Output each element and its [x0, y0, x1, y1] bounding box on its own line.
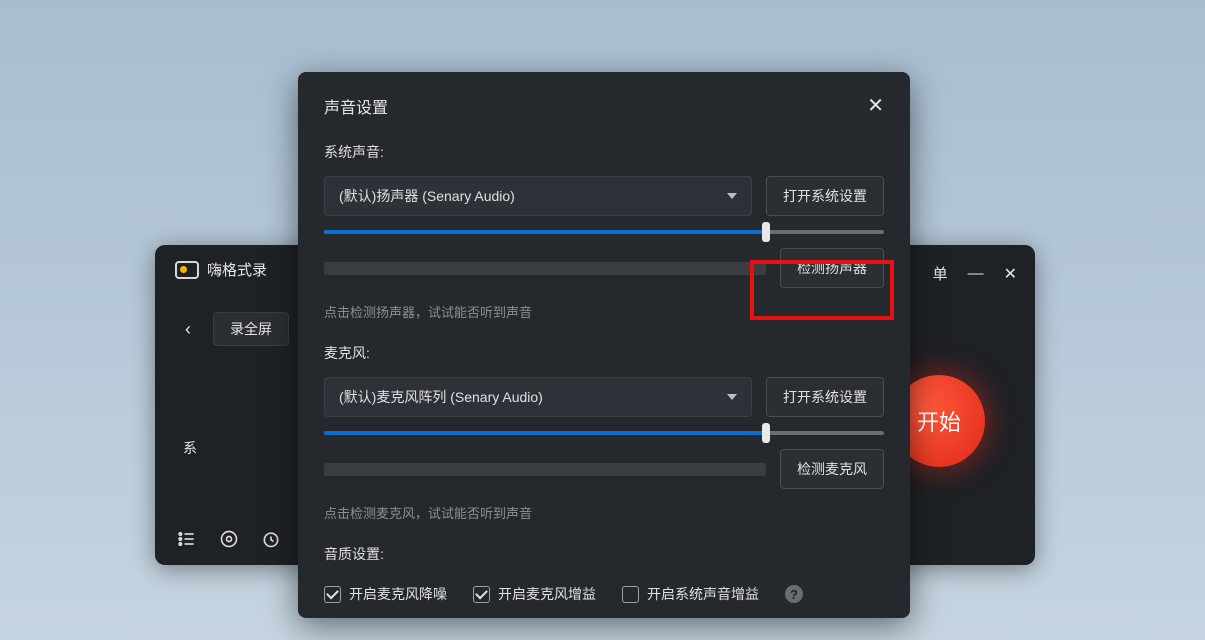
open-system-settings-speaker-button[interactable]: 打开系统设置: [766, 176, 884, 216]
microphone-level-meter: [324, 463, 766, 476]
quality-section: 音质设置: 开启麦克风降噪 开启麦克风增益 开启系统声音增益 ?: [298, 544, 910, 610]
app-title: 嗨格式录: [207, 259, 267, 280]
system-sound-section: 系统声音: (默认)扬声器 (Senary Audio) 打开系统设置 检测扬声…: [298, 142, 910, 321]
microphone-label: 麦克风:: [324, 343, 884, 363]
test-microphone-button[interactable]: 检测麦克风: [780, 449, 884, 489]
microphone-volume-slider[interactable]: [324, 431, 884, 435]
open-system-settings-mic-button[interactable]: 打开系统设置: [766, 377, 884, 417]
slider-thumb[interactable]: [762, 222, 770, 242]
test-speaker-button[interactable]: 检测扬声器: [780, 248, 884, 288]
mic-gain-checkbox[interactable]: 开启麦克风增益: [473, 584, 596, 604]
gear-icon[interactable]: [219, 529, 239, 549]
help-icon[interactable]: ?: [785, 585, 803, 603]
system-sound-device-value: (默认)扬声器 (Senary Audio): [339, 186, 515, 206]
dialog-title: 声音设置: [324, 94, 388, 118]
list-icon[interactable]: [177, 529, 197, 549]
menu-label[interactable]: 单: [933, 263, 948, 284]
quality-label: 音质设置:: [324, 544, 884, 564]
close-dialog-button[interactable]: ✕: [867, 96, 884, 116]
bottom-bar: [177, 529, 281, 549]
close-app-button[interactable]: ✕: [1004, 264, 1017, 284]
record-mode-button[interactable]: 录全屏: [213, 312, 289, 346]
microphone-device-dropdown[interactable]: (默认)麦克风阵列 (Senary Audio): [324, 377, 752, 417]
chevron-down-icon: [727, 394, 737, 400]
noise-reduction-checkbox[interactable]: 开启麦克风降噪: [324, 584, 447, 604]
back-button[interactable]: ‹: [177, 315, 199, 344]
slider-thumb[interactable]: [762, 423, 770, 443]
speaker-hint: 点击检测扬声器，试试能否听到声音: [324, 302, 884, 321]
microphone-section: 麦克风: (默认)麦克风阵列 (Senary Audio) 打开系统设置 检测麦…: [298, 343, 910, 522]
microphone-device-value: (默认)麦克风阵列 (Senary Audio): [339, 387, 543, 407]
chevron-down-icon: [727, 193, 737, 199]
system-sound-device-dropdown[interactable]: (默认)扬声器 (Senary Audio): [324, 176, 752, 216]
app-logo: 嗨格式录: [175, 259, 267, 280]
checkbox-icon: [473, 586, 490, 603]
system-sound-label: 系统声音:: [324, 142, 884, 162]
system-gain-checkbox[interactable]: 开启系统声音增益: [622, 584, 759, 604]
camera-icon: [175, 261, 199, 279]
speaker-level-meter: [324, 262, 766, 275]
microphone-hint: 点击检测麦克风，试试能否听到声音: [324, 503, 884, 522]
sound-settings-dialog: 声音设置 ✕ 系统声音: (默认)扬声器 (Senary Audio) 打开系统…: [298, 72, 910, 618]
checkbox-icon: [622, 586, 639, 603]
checkbox-icon: [324, 586, 341, 603]
timer-icon[interactable]: [261, 529, 281, 549]
minimize-button[interactable]: —: [968, 265, 984, 283]
speaker-volume-slider[interactable]: [324, 230, 884, 234]
